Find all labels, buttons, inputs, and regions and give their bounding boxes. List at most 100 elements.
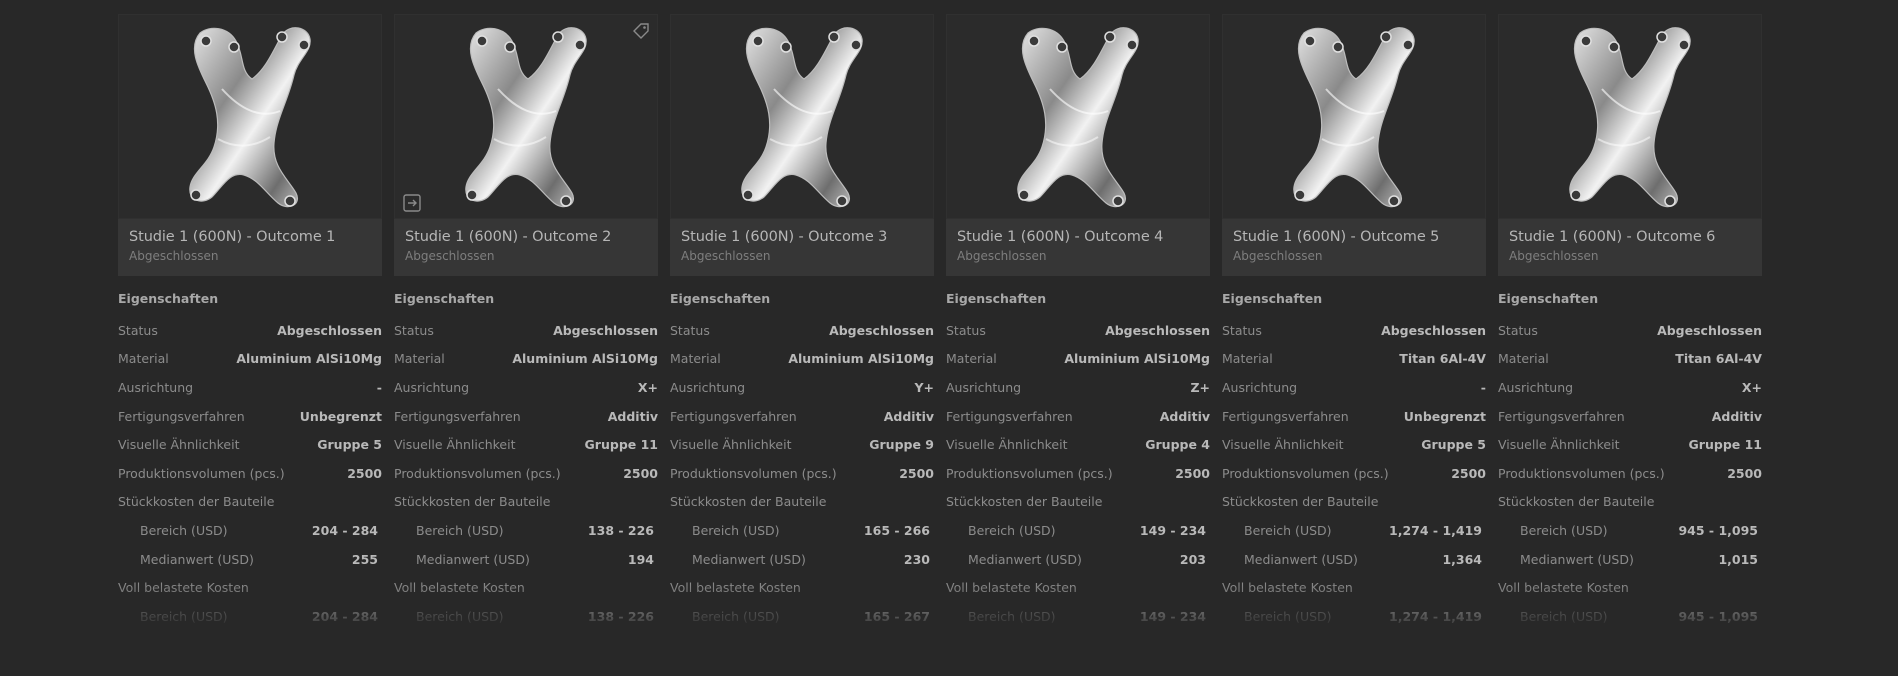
property-row-full-range: Bereich (USD) 149 - 234 <box>946 602 1210 628</box>
property-row-similarity: Visuelle Ähnlichkeit Gruppe 11 <box>1498 430 1762 459</box>
outcome-comparison-grid: Studie 1 (600N) - Outcome 1 Abgeschlosse… <box>118 14 1762 634</box>
property-value: Additiv <box>883 408 934 424</box>
property-label: Ausrichtung <box>670 379 746 395</box>
property-label: Visuelle Ähnlichkeit <box>670 437 792 453</box>
property-label: Fertigungsverfahren <box>1222 408 1349 424</box>
property-row-similarity: Visuelle Ähnlichkeit Gruppe 11 <box>394 430 658 459</box>
property-label: Material <box>118 351 169 367</box>
property-row-unit-range: Bereich (USD) 149 - 234 <box>946 516 1210 545</box>
property-value: Unbegrenzt <box>299 408 382 424</box>
property-group-full-cost: Voll belastete Kosten <box>946 573 1210 602</box>
property-group-label: Stückkosten der Bauteile <box>1498 494 1655 510</box>
outcome-thumbnail[interactable] <box>394 14 658 219</box>
property-row-material: Material Titan 6Al-4V <box>1498 345 1762 374</box>
property-value: 203 <box>1179 551 1206 567</box>
property-row-unit-range: Bereich (USD) 138 - 226 <box>394 516 658 545</box>
outcome-title: Studie 1 (600N) - Outcome 3 <box>681 229 888 245</box>
property-label: Medianwert (USD) <box>1244 551 1358 567</box>
property-row-process: Fertigungsverfahren Additiv <box>670 402 934 431</box>
property-label: Medianwert (USD) <box>692 551 806 567</box>
property-label: Bereich (USD) <box>1520 522 1608 538</box>
outcome-thumbnail[interactable] <box>946 14 1210 219</box>
outcome-header[interactable]: Studie 1 (600N) - Outcome 3 Abgeschlosse… <box>670 219 934 276</box>
outcome-header[interactable]: Studie 1 (600N) - Outcome 6 Abgeschlosse… <box>1498 219 1762 276</box>
property-label: Ausrichtung <box>1498 379 1574 395</box>
properties-panel: Eigenschaften Status Abgeschlossen Mater… <box>118 288 382 628</box>
property-label: Fertigungsverfahren <box>946 408 1073 424</box>
outcome-title: Studie 1 (600N) - Outcome 2 <box>405 229 612 245</box>
outcome-title: Studie 1 (600N) - Outcome 6 <box>1509 229 1716 245</box>
outcome-thumbnail[interactable] <box>1498 14 1762 219</box>
property-row-material: Material Aluminium AlSi10Mg <box>118 345 382 374</box>
property-label: Medianwert (USD) <box>140 551 254 567</box>
property-group-label: Stückkosten der Bauteile <box>670 494 827 510</box>
property-group-label: Stückkosten der Bauteile <box>946 494 1103 510</box>
property-group-unit-cost: Stückkosten der Bauteile <box>946 488 1210 517</box>
property-row-similarity: Visuelle Ähnlichkeit Gruppe 5 <box>118 430 382 459</box>
property-value: Gruppe 5 <box>1421 437 1486 453</box>
property-label: Status <box>946 322 986 338</box>
property-value: 2500 <box>623 465 658 481</box>
property-label: Visuelle Ähnlichkeit <box>118 437 240 453</box>
outcome-thumbnail[interactable] <box>1222 14 1486 219</box>
property-value: 2500 <box>347 465 382 481</box>
property-row-process: Fertigungsverfahren Unbegrenzt <box>1222 402 1486 431</box>
property-value: Gruppe 9 <box>869 437 934 453</box>
outcome-header[interactable]: Studie 1 (600N) - Outcome 4 Abgeschlosse… <box>946 219 1210 276</box>
property-row-material: Material Aluminium AlSi10Mg <box>670 345 934 374</box>
property-row-orientation: Ausrichtung - <box>118 373 382 402</box>
properties-section-title: Eigenschaften <box>394 291 495 306</box>
property-row-full-range: Bereich (USD) 1,274 - 1,419 <box>1222 602 1486 628</box>
part-model-icon <box>465 27 587 208</box>
property-value: Additiv <box>607 408 658 424</box>
property-value: 945 - 1,095 <box>1678 608 1758 624</box>
outcome-header[interactable]: Studie 1 (600N) - Outcome 2 Abgeschlosse… <box>394 219 658 276</box>
property-label: Material <box>670 351 721 367</box>
outcome-thumbnail[interactable] <box>670 14 934 219</box>
outcome-card-1: Studie 1 (600N) - Outcome 1 Abgeschlosse… <box>118 14 382 634</box>
property-value: 1,015 <box>1718 551 1758 567</box>
property-row-orientation: Ausrichtung Z+ <box>946 373 1210 402</box>
outcome-subtitle: Abgeschlossen <box>957 249 1047 263</box>
outcome-subtitle: Abgeschlossen <box>405 249 495 263</box>
property-group-unit-cost: Stückkosten der Bauteile <box>1222 488 1486 517</box>
property-row-status: Status Abgeschlossen <box>394 316 658 345</box>
outcome-subtitle: Abgeschlossen <box>1233 249 1323 263</box>
property-label: Produktionsvolumen (pcs.) <box>118 465 285 481</box>
property-row-unit-range: Bereich (USD) 165 - 266 <box>670 516 934 545</box>
property-label: Fertigungsverfahren <box>670 408 797 424</box>
property-label: Status <box>1498 322 1538 338</box>
property-label: Bereich (USD) <box>968 608 1056 624</box>
open-in-icon[interactable] <box>401 192 423 214</box>
property-value: Gruppe 11 <box>584 437 658 453</box>
outcome-subtitle: Abgeschlossen <box>129 249 219 263</box>
property-row-status: Status Abgeschlossen <box>946 316 1210 345</box>
properties-section-title: Eigenschaften <box>118 291 219 306</box>
property-value: 165 - 266 <box>863 522 930 538</box>
tag-icon[interactable] <box>631 21 651 41</box>
property-group-label: Voll belastete Kosten <box>670 580 801 596</box>
property-label: Medianwert (USD) <box>1520 551 1634 567</box>
property-row-unit-range: Bereich (USD) 945 - 1,095 <box>1498 516 1762 545</box>
property-label: Produktionsvolumen (pcs.) <box>1498 465 1665 481</box>
property-group-full-cost: Voll belastete Kosten <box>394 573 658 602</box>
outcome-thumbnail[interactable] <box>118 14 382 219</box>
property-group-label: Stückkosten der Bauteile <box>394 494 551 510</box>
property-value: Y+ <box>914 379 934 395</box>
property-group-unit-cost: Stückkosten der Bauteile <box>394 488 658 517</box>
property-group-full-cost: Voll belastete Kosten <box>1498 573 1762 602</box>
property-row-material: Material Titan 6Al-4V <box>1222 345 1486 374</box>
property-row-material: Material Aluminium AlSi10Mg <box>946 345 1210 374</box>
property-row-unit-range: Bereich (USD) 1,274 - 1,419 <box>1222 516 1486 545</box>
property-value: 204 - 284 <box>311 522 378 538</box>
property-label: Status <box>1222 322 1262 338</box>
property-row-full-range: Bereich (USD) 204 - 284 <box>118 602 382 628</box>
outcome-card-6: Studie 1 (600N) - Outcome 6 Abgeschlosse… <box>1498 14 1762 634</box>
property-label: Medianwert (USD) <box>968 551 1082 567</box>
property-label: Material <box>1222 351 1273 367</box>
property-label: Ausrichtung <box>394 379 470 395</box>
property-row-volume: Produktionsvolumen (pcs.) 2500 <box>946 459 1210 488</box>
property-value: Aluminium AlSi10Mg <box>512 351 658 367</box>
outcome-header[interactable]: Studie 1 (600N) - Outcome 1 Abgeschlosse… <box>118 219 382 276</box>
outcome-header[interactable]: Studie 1 (600N) - Outcome 5 Abgeschlosse… <box>1222 219 1486 276</box>
